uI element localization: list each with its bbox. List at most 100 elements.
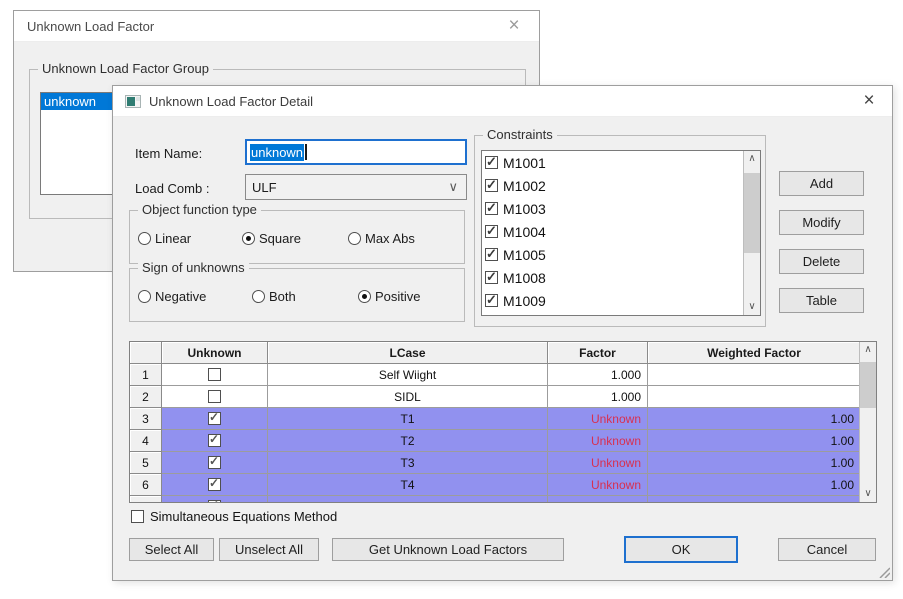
factor-cell[interactable]: Unknown bbox=[548, 430, 648, 452]
simultaneous-equations-checkbox-row[interactable]: Simultaneous Equations Method bbox=[131, 509, 337, 524]
table-row[interactable]: 1 Self Wiight 1.000 bbox=[130, 364, 876, 386]
lcase-cell[interactable]: T3 bbox=[268, 452, 548, 474]
weighted-factor-cell[interactable]: 1.00 bbox=[648, 496, 861, 503]
modify-button[interactable]: Modify bbox=[779, 210, 864, 235]
scroll-up-icon[interactable]: ∧ bbox=[744, 151, 760, 167]
scroll-down-icon[interactable]: ∨ bbox=[860, 486, 876, 502]
radio-max-abs-icon[interactable] bbox=[348, 232, 361, 245]
unknown-checkbox[interactable] bbox=[208, 500, 221, 503]
constraint-item[interactable]: M1008 bbox=[482, 266, 760, 289]
lcase-cell[interactable]: SIDL bbox=[268, 386, 548, 408]
unknown-checkbox[interactable] bbox=[208, 434, 221, 447]
scrollbar-thumb[interactable] bbox=[744, 173, 760, 253]
scroll-down-icon[interactable]: ∨ bbox=[744, 299, 760, 315]
constraint-checkbox[interactable] bbox=[485, 294, 498, 307]
item-name-input[interactable]: unknown bbox=[245, 139, 467, 165]
unknown-cell[interactable] bbox=[162, 496, 268, 503]
detail-dialog-titlebar[interactable]: Unknown Load Factor Detail × bbox=[113, 86, 892, 117]
radio-max-abs[interactable]: Max Abs bbox=[348, 231, 415, 246]
constraint-item[interactable]: M1004 bbox=[482, 220, 760, 243]
select-all-button[interactable]: Select All bbox=[129, 538, 214, 561]
weighted-factor-cell[interactable] bbox=[648, 386, 861, 408]
radio-negative[interactable]: Negative bbox=[138, 289, 206, 304]
unselect-all-button[interactable]: Unselect All bbox=[219, 538, 319, 561]
factor-cell[interactable]: Unknown bbox=[548, 474, 648, 496]
unknown-cell[interactable] bbox=[162, 408, 268, 430]
table-row[interactable]: 5 T3 Unknown 1.00 bbox=[130, 452, 876, 474]
lcase-cell[interactable]: T2 bbox=[268, 430, 548, 452]
constraint-checkbox[interactable] bbox=[485, 202, 498, 215]
row-number[interactable]: 6 bbox=[130, 474, 162, 496]
constraint-checkbox[interactable] bbox=[485, 156, 498, 169]
radio-square-icon[interactable] bbox=[242, 232, 255, 245]
factor-cell[interactable]: Unknown bbox=[548, 452, 648, 474]
unknown-cell[interactable] bbox=[162, 364, 268, 386]
table-row[interactable]: 3 T1 Unknown 1.00 bbox=[130, 408, 876, 430]
bg-close-icon[interactable]: × bbox=[501, 14, 527, 38]
lcase-cell[interactable]: T5 bbox=[268, 496, 548, 503]
table-scrollbar[interactable]: ∧ ∨ bbox=[859, 342, 876, 502]
delete-button[interactable]: Delete bbox=[779, 249, 864, 274]
weighted-factor-cell[interactable]: 1.00 bbox=[648, 452, 861, 474]
row-number[interactable]: 7 bbox=[130, 496, 162, 503]
unknown-checkbox[interactable] bbox=[208, 456, 221, 469]
table-row[interactable]: 7 T5 Unknown 1.00 bbox=[130, 496, 876, 503]
bg-dialog-titlebar[interactable]: Unknown Load Factor × bbox=[14, 11, 539, 42]
unknown-checkbox[interactable] bbox=[208, 368, 221, 381]
unknown-checkbox[interactable] bbox=[208, 390, 221, 403]
resize-grip[interactable] bbox=[877, 565, 890, 578]
lcase-cell[interactable]: T1 bbox=[268, 408, 548, 430]
constraint-item[interactable]: M1001 bbox=[482, 151, 760, 174]
row-number[interactable]: 2 bbox=[130, 386, 162, 408]
table-row[interactable]: 6 T4 Unknown 1.00 bbox=[130, 474, 876, 496]
add-button[interactable]: Add bbox=[779, 171, 864, 196]
radio-linear[interactable]: Linear bbox=[138, 231, 191, 246]
factor-cell[interactable]: 1.000 bbox=[548, 364, 648, 386]
lcase-cell[interactable]: Self Wiight bbox=[268, 364, 548, 386]
row-number[interactable]: 5 bbox=[130, 452, 162, 474]
unknown-cell[interactable] bbox=[162, 386, 268, 408]
row-number[interactable]: 4 bbox=[130, 430, 162, 452]
constraint-checkbox[interactable] bbox=[485, 271, 498, 284]
scroll-up-icon[interactable]: ∧ bbox=[860, 342, 876, 358]
factor-cell[interactable]: 1.000 bbox=[548, 386, 648, 408]
simultaneous-equations-checkbox[interactable] bbox=[131, 510, 144, 523]
constraint-item[interactable]: M1003 bbox=[482, 197, 760, 220]
constraint-checkbox[interactable] bbox=[485, 179, 498, 192]
weighted-factor-cell[interactable]: 1.00 bbox=[648, 408, 861, 430]
weighted-factor-cell[interactable] bbox=[648, 364, 861, 386]
unknown-cell[interactable] bbox=[162, 430, 268, 452]
table-button[interactable]: Table bbox=[779, 288, 864, 313]
constraints-list[interactable]: M1001 M1002 M1003 M1004 M1005 bbox=[481, 150, 761, 316]
constraint-item[interactable]: M1009 bbox=[482, 289, 760, 312]
unknown-cell[interactable] bbox=[162, 474, 268, 496]
factor-cell[interactable]: Unknown bbox=[548, 496, 648, 503]
constraints-scrollbar[interactable]: ∧ ∨ bbox=[743, 151, 760, 315]
constraint-item[interactable]: M1002 bbox=[482, 174, 760, 197]
row-number[interactable]: 3 bbox=[130, 408, 162, 430]
constraint-checkbox[interactable] bbox=[485, 248, 498, 261]
constraint-checkbox[interactable] bbox=[485, 225, 498, 238]
row-number[interactable]: 1 bbox=[130, 364, 162, 386]
unknown-cell[interactable] bbox=[162, 452, 268, 474]
radio-positive-icon[interactable] bbox=[358, 290, 371, 303]
unknown-checkbox[interactable] bbox=[208, 412, 221, 425]
weighted-factor-cell[interactable]: 1.00 bbox=[648, 430, 861, 452]
radio-both-icon[interactable] bbox=[252, 290, 265, 303]
load-comb-dropdown[interactable]: ULF ∨ bbox=[245, 174, 467, 200]
radio-both[interactable]: Both bbox=[252, 289, 296, 304]
radio-negative-icon[interactable] bbox=[138, 290, 151, 303]
weighted-factor-cell[interactable]: 1.00 bbox=[648, 474, 861, 496]
radio-linear-icon[interactable] bbox=[138, 232, 151, 245]
scrollbar-thumb[interactable] bbox=[860, 362, 876, 408]
factor-cell[interactable]: Unknown bbox=[548, 408, 648, 430]
table-row[interactable]: 2 SIDL 1.000 bbox=[130, 386, 876, 408]
unknown-checkbox[interactable] bbox=[208, 478, 221, 491]
get-unknown-load-factors-button[interactable]: Get Unknown Load Factors bbox=[332, 538, 564, 561]
ok-button[interactable]: OK bbox=[624, 536, 738, 563]
cancel-button[interactable]: Cancel bbox=[778, 538, 876, 561]
radio-square[interactable]: Square bbox=[242, 231, 301, 246]
constraint-item[interactable]: M1005 bbox=[482, 243, 760, 266]
table-row[interactable]: 4 T2 Unknown 1.00 bbox=[130, 430, 876, 452]
detail-close-icon[interactable]: × bbox=[856, 89, 882, 113]
